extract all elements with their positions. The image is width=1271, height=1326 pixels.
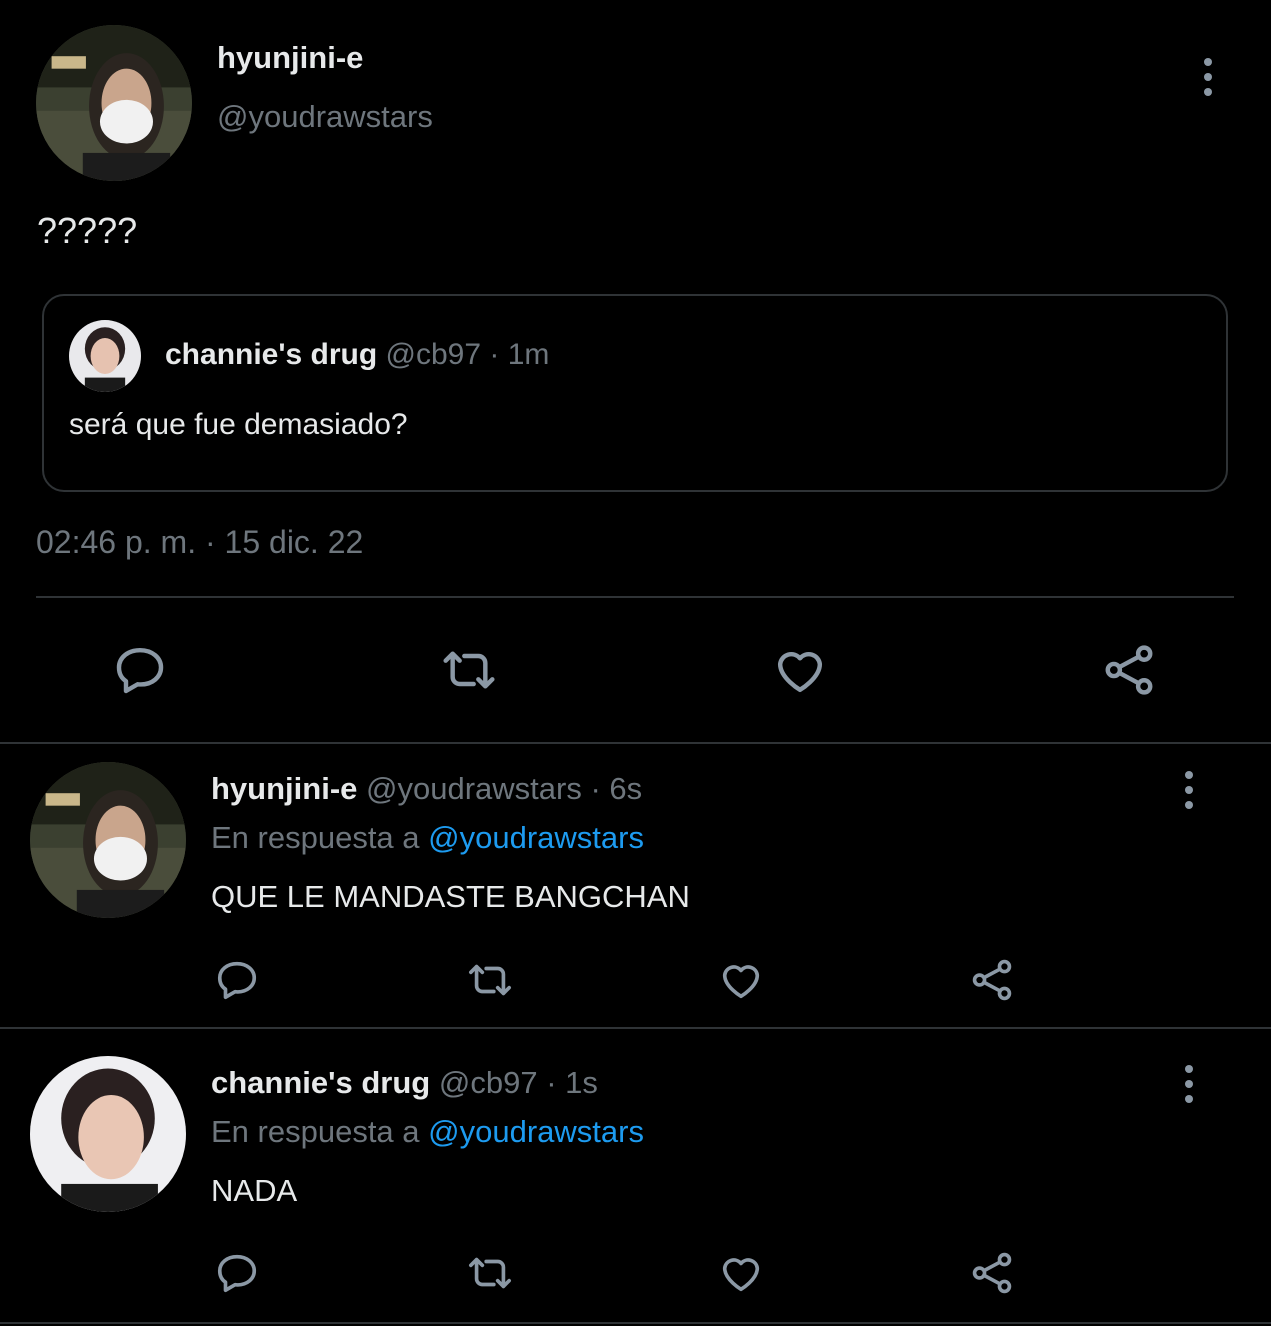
quoted-display-name: channie's drug: [165, 338, 378, 371]
divider: [0, 742, 1271, 744]
quoted-tweet-card[interactable]: [42, 294, 1228, 492]
heart-icon[interactable]: [717, 1250, 765, 1296]
author-avatar[interactable]: [36, 25, 192, 181]
author-handle[interactable]: @youdrawstars: [217, 99, 433, 135]
reply-time: · 6s: [590, 771, 643, 806]
share-icon[interactable]: [968, 1250, 1016, 1296]
reply-text: QUE LE MANDASTE BANGCHAN: [211, 879, 690, 914]
reply-text: NADA: [211, 1173, 298, 1208]
quoted-text: será que fue demasiado?: [69, 408, 408, 441]
reply-time: · 1s: [546, 1065, 598, 1100]
more-vertical-icon[interactable]: [1196, 58, 1220, 96]
reply-display-name[interactable]: hyunjini-e: [211, 771, 357, 806]
divider: [36, 596, 1234, 598]
heart-icon[interactable]: [771, 642, 829, 698]
reply-avatar[interactable]: [30, 762, 186, 918]
reply-prefix: En respuesta a: [211, 1114, 420, 1149]
speech-bubble-icon[interactable]: [213, 1250, 261, 1296]
reply-to-link[interactable]: @youdrawstars: [428, 820, 644, 855]
quoted-time: · 1m: [489, 338, 550, 371]
quoted-handle: @cb97: [385, 338, 482, 371]
reply-display-name[interactable]: channie's drug: [211, 1065, 430, 1100]
share-icon[interactable]: [968, 957, 1016, 1003]
retweet-icon[interactable]: [463, 957, 517, 1003]
reply-to-link[interactable]: @youdrawstars: [428, 1114, 644, 1149]
more-vertical-icon[interactable]: [1177, 771, 1201, 809]
retweet-icon[interactable]: [463, 1250, 517, 1296]
divider: [0, 1322, 1271, 1324]
speech-bubble-icon[interactable]: [112, 642, 168, 698]
heart-icon[interactable]: [717, 957, 765, 1003]
reply-handle[interactable]: @youdrawstars: [366, 771, 582, 806]
reply-prefix: En respuesta a: [211, 820, 420, 855]
divider: [0, 1027, 1271, 1029]
speech-bubble-icon[interactable]: [213, 957, 261, 1003]
reply-avatar[interactable]: [30, 1056, 186, 1212]
retweet-icon[interactable]: [438, 642, 500, 698]
tweet-text: ?????: [37, 210, 138, 251]
more-vertical-icon[interactable]: [1177, 1065, 1201, 1103]
quoted-avatar: [69, 320, 141, 392]
author-display-name[interactable]: hyunjini-e: [217, 40, 363, 76]
share-icon[interactable]: [1100, 642, 1158, 698]
tweet-timestamp: 02:46 p. m. · 15 dic. 22: [36, 524, 364, 560]
reply-handle[interactable]: @cb97: [439, 1065, 538, 1100]
